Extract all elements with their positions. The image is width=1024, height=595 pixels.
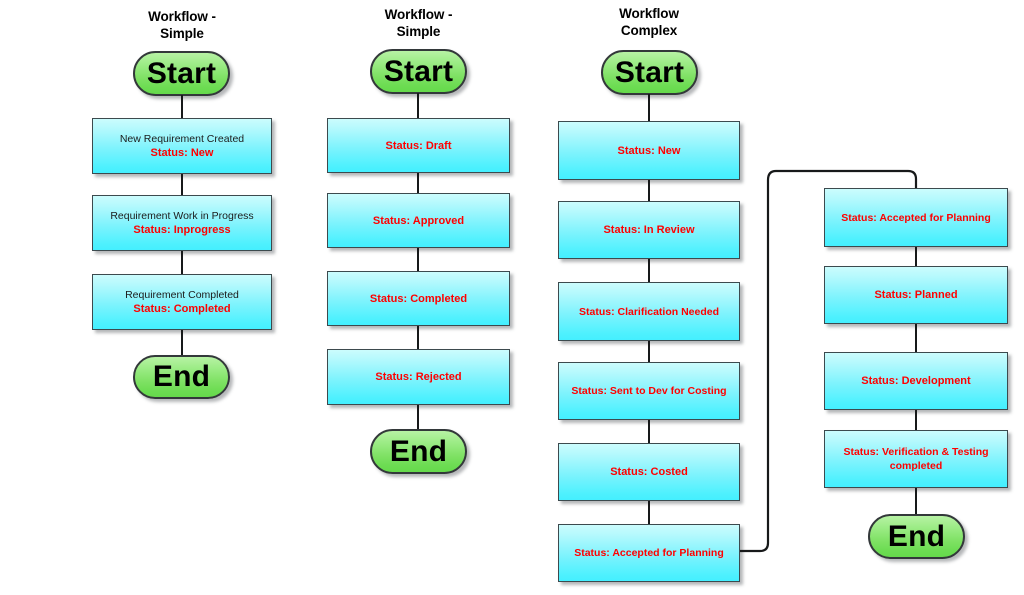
- node-col3-status-in-review[interactable]: Status: In Review: [558, 201, 740, 259]
- node-plain-text: New Requirement Created: [119, 133, 245, 145]
- connector-col3-n4-to-n5: [648, 420, 650, 443]
- start-label-col3: Start: [614, 55, 685, 89]
- node-col3-status-clarification-needed[interactable]: Status: Clarification Needed: [558, 282, 740, 341]
- node-status-text: Status: Inprogress: [133, 224, 231, 236]
- workflow-diagram-canvas: Workflow - Simple Start New Requirement …: [0, 0, 1024, 595]
- end-terminator-col4[interactable]: End: [868, 514, 965, 559]
- node-col2-status-completed[interactable]: Status: Completed: [327, 271, 510, 326]
- node-status-text: Status: Completed: [369, 292, 468, 305]
- connector-col2-n4-to-end: [417, 405, 419, 430]
- connector-col3-n5-to-n6: [648, 501, 650, 524]
- start-terminator-col2[interactable]: Start: [370, 49, 467, 94]
- node-status-text: Status: Accepted for Planning: [841, 211, 991, 224]
- node-col4-status-accepted-for-planning[interactable]: Status: Accepted for Planning: [824, 188, 1008, 247]
- connector-col4-n4-to-end: [915, 488, 917, 515]
- node-status-text: Status: Planned: [874, 289, 958, 301]
- node-status-text: Status: Clarification Needed: [578, 305, 720, 318]
- connector-col1-n1-to-n2: [181, 174, 183, 195]
- connector-col2-n3-to-n4: [417, 326, 419, 350]
- node-status-text: Status: New: [150, 147, 214, 159]
- node-col4-status-development[interactable]: Status: Development: [824, 352, 1008, 410]
- connector-col2-n1-to-n2: [417, 173, 419, 194]
- node-col2-status-approved[interactable]: Status: Approved: [327, 193, 510, 248]
- node-status-text: Status: Rejected: [375, 371, 462, 383]
- connector-col2-n2-to-n3: [417, 248, 419, 272]
- connector-col1-n3-to-end: [181, 330, 183, 356]
- end-terminator-col1[interactable]: End: [133, 355, 230, 399]
- start-label-col2: Start: [383, 54, 454, 88]
- connector-col3-n3-to-n4: [648, 341, 650, 362]
- start-terminator-col3[interactable]: Start: [601, 50, 698, 95]
- connector-col1-n2-to-n3: [181, 251, 183, 274]
- column-title-workflow-simple-1: Workflow - Simple: [148, 9, 216, 41]
- connector-col2-start-to-n1: [417, 93, 419, 119]
- node-status-text: Status: Development: [861, 375, 971, 387]
- end-terminator-col2[interactable]: End: [370, 429, 467, 474]
- node-status-text: Status: New: [617, 144, 681, 157]
- node-col3-status-costed[interactable]: Status: Costed: [558, 443, 740, 501]
- connector-col3-n2-to-n3: [648, 259, 650, 282]
- node-col1-new-requirement-created[interactable]: New Requirement Created Status: New: [92, 118, 272, 174]
- node-status-text: Status: Sent to Dev for Costing: [571, 385, 727, 397]
- end-label-col4: End: [887, 519, 946, 553]
- start-terminator-col1[interactable]: Start: [133, 51, 230, 96]
- node-col4-status-planned[interactable]: Status: Planned: [824, 266, 1008, 324]
- node-status-text: Status: Costed: [610, 466, 688, 478]
- node-col3-status-accepted-for-planning[interactable]: Status: Accepted for Planning: [558, 524, 740, 582]
- node-col1-requirement-completed[interactable]: Requirement Completed Status: Completed: [92, 274, 272, 330]
- node-col2-status-rejected[interactable]: Status: Rejected: [327, 349, 510, 405]
- connector-col4-n3-to-n4: [915, 410, 917, 431]
- connector-col3-start-to-n1: [648, 94, 650, 121]
- connector-col4-n1-to-n2: [915, 247, 917, 267]
- node-col3-status-sent-to-dev-for-costing[interactable]: Status: Sent to Dev for Costing: [558, 362, 740, 420]
- start-label-col1: Start: [146, 56, 217, 90]
- connector-col3-n1-to-n2: [648, 180, 650, 201]
- connector-col1-start-to-n1: [181, 95, 183, 119]
- column-title-workflow-complex: Workflow Complex: [619, 6, 679, 38]
- node-status-text: Status: Accepted for Planning: [574, 547, 724, 559]
- connector-col4-n2-to-n3: [915, 324, 917, 353]
- node-status-text: Status: Approved: [372, 214, 465, 227]
- end-label-col2: End: [389, 434, 448, 468]
- node-plain-text: Requirement Work in Progress: [110, 210, 254, 222]
- node-status-text: Status: In Review: [603, 224, 695, 236]
- node-status-text: Status: Completed: [133, 303, 231, 315]
- node-col4-status-verification-testing-completed[interactable]: Status: Verification & Testing completed: [824, 430, 1008, 488]
- column-title-workflow-simple-2: Workflow - Simple: [384, 7, 453, 39]
- node-col3-status-new[interactable]: Status: New: [558, 121, 740, 180]
- node-col1-requirement-work-in-progress[interactable]: Requirement Work in Progress Status: Inp…: [92, 195, 272, 251]
- end-label-col1: End: [152, 360, 211, 393]
- node-col2-status-draft[interactable]: Status: Draft: [327, 118, 510, 173]
- node-status-text: Status: Verification & Testing completed: [843, 446, 989, 472]
- node-plain-text: Requirement Completed: [125, 289, 239, 301]
- node-status-text: Status: Draft: [385, 139, 452, 152]
